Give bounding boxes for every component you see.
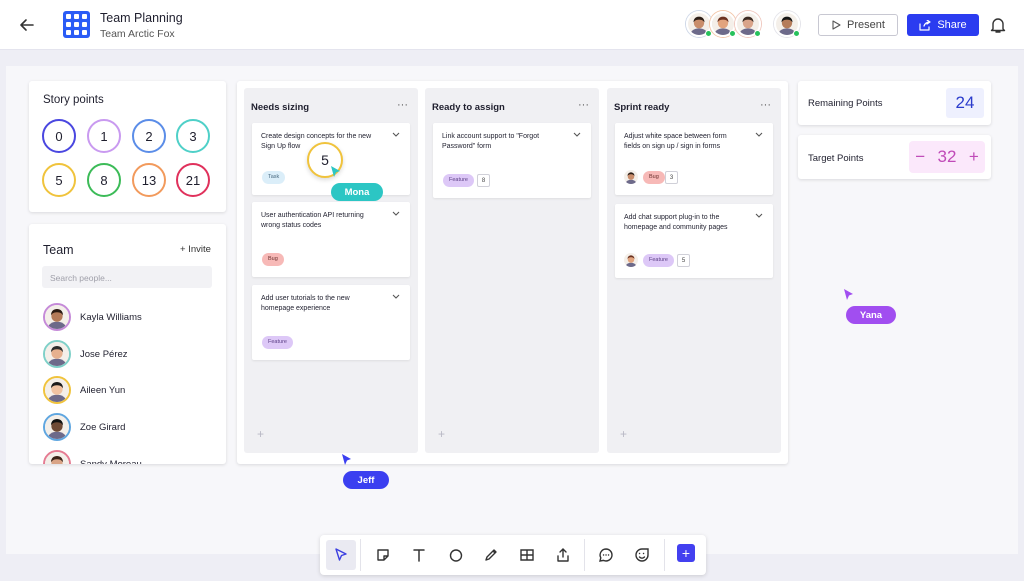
cursor-label: Jeff — [343, 471, 389, 489]
tag-bug: Bug — [643, 171, 665, 184]
card-title: Link account support to "Forgot Password… — [442, 133, 540, 150]
column-title: Ready to assign — [432, 102, 505, 113]
task-card[interactable]: Link account support to "Forgot Password… — [433, 123, 591, 198]
member-name: Aileen Yun — [80, 384, 126, 396]
online-status-dot — [793, 30, 800, 37]
comment-icon[interactable] — [591, 540, 621, 570]
shape-icon[interactable] — [441, 540, 471, 570]
avatar — [43, 376, 71, 404]
card-title: Add chat support plug-in to the homepage… — [624, 214, 728, 231]
text-icon[interactable] — [404, 540, 434, 570]
card-title: Add user tutorials to the new homepage e… — [261, 295, 350, 312]
table-icon[interactable] — [512, 540, 542, 570]
team-member[interactable]: Sandy Moreau — [43, 449, 142, 464]
chevron-down-icon[interactable] — [392, 131, 400, 140]
chevron-down-icon[interactable] — [392, 293, 400, 302]
avatar — [43, 450, 71, 464]
tag-task: Task — [262, 171, 286, 184]
toolbar-divider — [584, 539, 585, 571]
card-title: User authentication API returning wrong … — [261, 212, 364, 229]
online-status-dot — [705, 30, 712, 37]
remaining-points-card: Remaining Points 24 — [798, 81, 991, 125]
avatar — [43, 340, 71, 368]
cursor-label: Mona — [331, 183, 383, 201]
present-label: Present — [847, 19, 885, 31]
task-card[interactable]: Adjust white space between form fields o… — [615, 123, 773, 195]
add-button[interactable]: + — [677, 544, 695, 562]
remaining-points-label: Remaining Points — [808, 98, 883, 109]
toolbar-divider — [664, 539, 665, 571]
bell-icon[interactable] — [990, 16, 1006, 34]
share-icon — [919, 19, 931, 31]
task-card[interactable]: Add user tutorials to the new homepage e… — [252, 285, 410, 360]
target-points-stepper: − 32 + — [909, 141, 985, 173]
story-points-badge: 5 — [677, 254, 690, 267]
add-card-button[interactable]: + — [620, 427, 627, 441]
more-options-icon[interactable]: ··· — [578, 99, 589, 111]
online-status-dot — [729, 30, 736, 37]
select-icon[interactable] — [326, 540, 356, 570]
add-card-button[interactable]: + — [257, 427, 264, 441]
chevron-down-icon[interactable] — [755, 212, 763, 221]
tag-feature: Feature — [262, 336, 293, 349]
target-points-value: 32 — [937, 147, 957, 166]
pen-icon[interactable] — [476, 540, 506, 570]
team-member[interactable]: Zoe Girard — [43, 412, 125, 442]
remaining-points-value: 24 — [946, 88, 984, 118]
chevron-down-icon[interactable] — [755, 131, 763, 140]
column-title: Sprint ready — [614, 102, 670, 113]
add-card-button[interactable]: + — [438, 427, 445, 441]
task-card[interactable]: User authentication API returning wrong … — [252, 202, 410, 277]
assignee-avatar — [624, 253, 638, 267]
task-card[interactable]: Add chat support plug-in to the homepage… — [615, 204, 773, 278]
team-member[interactable]: Kayla Williams — [43, 302, 142, 332]
upload-icon[interactable] — [548, 540, 578, 570]
assignee-avatar — [624, 170, 638, 184]
chevron-down-icon[interactable] — [392, 210, 400, 219]
member-name: Kayla Williams — [80, 311, 142, 323]
chevron-down-icon[interactable] — [573, 131, 581, 140]
team-member[interactable]: Jose Pérez — [43, 339, 128, 369]
cursor-label: Yana — [846, 306, 896, 324]
increment-button[interactable]: + — [969, 147, 979, 167]
toolbar-divider — [360, 539, 361, 571]
share-label: Share — [937, 19, 967, 31]
sticky-note-icon[interactable] — [368, 540, 398, 570]
target-points-label: Target Points — [808, 153, 864, 164]
target-points-card: Target Points − 32 + — [798, 135, 991, 179]
team-member-list: Kayla Williams Jose Pérez Aileen Yun Zoe Gi… — [0, 0, 226, 464]
online-status-dot — [754, 30, 761, 37]
sticker-icon[interactable] — [627, 540, 657, 570]
avatar — [43, 413, 71, 441]
team-member[interactable]: Aileen Yun — [43, 375, 125, 405]
column-title: Needs sizing — [251, 102, 310, 113]
share-button[interactable]: Share — [907, 14, 979, 36]
tag-feature: Feature — [443, 174, 474, 187]
decrement-button[interactable]: − — [915, 147, 925, 167]
member-name: Sandy Moreau — [80, 458, 142, 465]
tag-feature: Feature — [643, 254, 674, 267]
story-points-badge: 8 — [477, 174, 490, 187]
story-points-badge: 3 — [665, 171, 678, 184]
avatar — [43, 303, 71, 331]
card-title: Adjust white space between form fields o… — [624, 133, 727, 150]
member-name: Zoe Girard — [80, 421, 126, 433]
present-icon — [832, 20, 841, 30]
present-button[interactable]: Present — [818, 14, 898, 36]
member-name: Jose Pérez — [80, 348, 128, 360]
more-options-icon[interactable]: ··· — [397, 99, 408, 111]
tag-bug: Bug — [262, 253, 284, 266]
more-options-icon[interactable]: ··· — [760, 99, 771, 111]
